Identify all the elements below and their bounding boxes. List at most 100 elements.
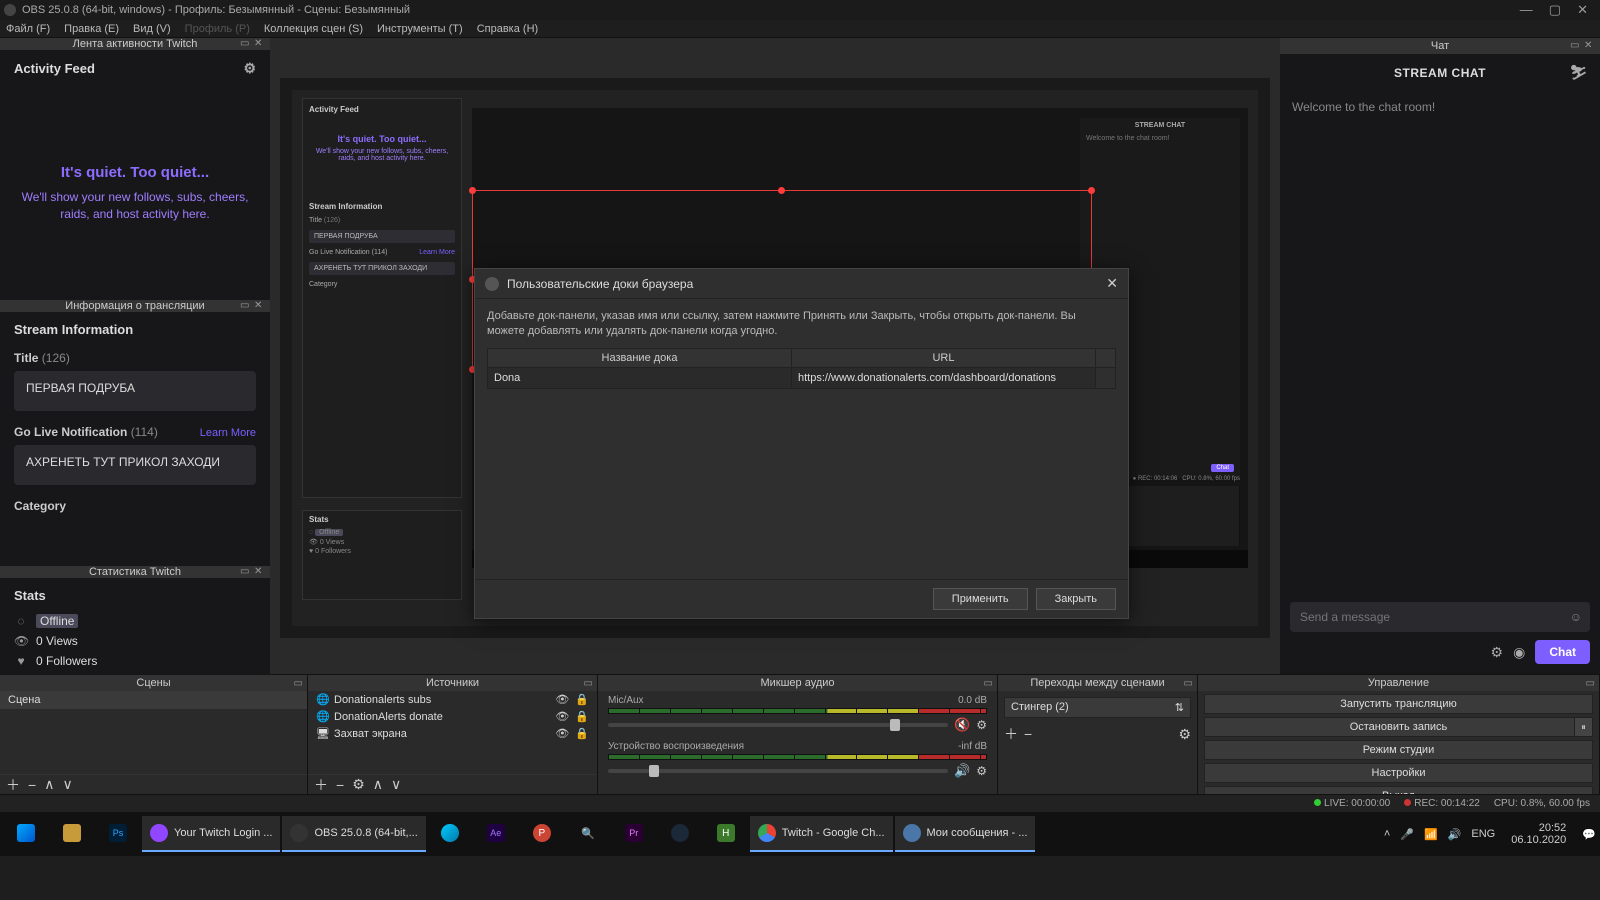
- apply-button[interactable]: Применить: [933, 588, 1028, 610]
- tray-notifications-icon[interactable]: 💬: [1582, 828, 1596, 841]
- visibility-icon[interactable]: 👁: [555, 727, 569, 740]
- taskbar-chrome-twitch[interactable]: Twitch - Google Ch...: [750, 816, 893, 852]
- source-item[interactable]: 🖥Захват экрана👁🔒: [308, 725, 597, 742]
- taskbar-explorer[interactable]: [50, 816, 94, 852]
- lock-icon[interactable]: 🔒: [575, 693, 589, 706]
- dock-popout-icon[interactable]: ▭: [584, 678, 593, 689]
- speaker-icon[interactable]: 🔊: [954, 763, 970, 779]
- tray-chevron-icon[interactable]: ˄: [1384, 828, 1390, 840]
- tray-clock[interactable]: 20:52 06.10.2020: [1505, 822, 1572, 846]
- dock-close-icon[interactable]: ✕: [1584, 40, 1596, 52]
- chat-input[interactable]: [1290, 602, 1590, 632]
- source-down-button[interactable]: ∨: [391, 776, 401, 793]
- taskbar-vk[interactable]: Мои сообщения - ...: [895, 816, 1036, 852]
- dock-header-mixer[interactable]: Микшер аудио▭: [598, 675, 997, 691]
- source-item[interactable]: 🌐DonationAlerts donate👁🔒: [308, 708, 597, 725]
- chat-settings-icon[interactable]: ⚙: [1491, 644, 1504, 661]
- menu-scene-collection[interactable]: Коллекция сцен (S): [264, 23, 363, 35]
- start-stream-button[interactable]: Запустить трансляцию: [1204, 694, 1593, 714]
- taskbar-h[interactable]: H: [704, 816, 748, 852]
- dock-close-icon[interactable]: ✕: [254, 38, 266, 50]
- mute-icon[interactable]: 🔇: [954, 717, 970, 733]
- window-maximize-icon[interactable]: ▢: [1549, 2, 1561, 18]
- title-field[interactable]: ПЕРВАЯ ПОДРУБА: [14, 371, 256, 411]
- taskbar-magnifier[interactable]: 🔍: [566, 816, 610, 852]
- dock-close-icon[interactable]: ✕: [254, 566, 266, 578]
- sources-list[interactable]: 🌐Donationalerts subs👁🔒 🌐DonationAlerts d…: [308, 691, 597, 774]
- dock-popout-icon[interactable]: ▭: [294, 678, 303, 689]
- scene-up-button[interactable]: ∧: [44, 776, 54, 793]
- dock-popout-icon[interactable]: ▭: [240, 300, 252, 312]
- gear-icon[interactable]: ⚙: [976, 718, 987, 732]
- dock-header-streaminfo[interactable]: Информация о трансляции ▭✕: [0, 300, 270, 312]
- menu-edit[interactable]: Правка (E): [64, 23, 119, 35]
- gear-icon[interactable]: ⚙: [243, 60, 256, 77]
- transition-select[interactable]: Стингер (2)⇅: [1004, 697, 1191, 718]
- dock-header-controls[interactable]: Управление▭: [1198, 675, 1599, 691]
- tray-lang[interactable]: ENG: [1471, 828, 1495, 840]
- menu-file[interactable]: Файл (F): [6, 23, 50, 35]
- taskbar-obs[interactable]: OBS 25.0.8 (64-bit,...: [282, 816, 425, 852]
- menu-view[interactable]: Вид (V): [133, 23, 171, 35]
- window-close-icon[interactable]: ✕: [1577, 2, 1588, 18]
- settings-button[interactable]: Настройки: [1204, 763, 1593, 783]
- mixer-volume-slider[interactable]: [608, 769, 948, 773]
- users-icon[interactable]: ⛷: [1570, 64, 1588, 81]
- dock-header-transitions[interactable]: Переходы между сценами▭: [998, 675, 1197, 691]
- lock-icon[interactable]: 🔒: [575, 710, 589, 723]
- dock-header-twitchstats[interactable]: Статистика Twitch ▭✕: [0, 566, 270, 578]
- tray-volume-icon[interactable]: 🔊: [1448, 828, 1462, 841]
- chat-identity-icon[interactable]: ◉: [1513, 644, 1525, 661]
- menu-profile[interactable]: Профиль (P): [185, 23, 250, 35]
- source-item[interactable]: 🌐Donationalerts subs👁🔒: [308, 691, 597, 708]
- source-up-button[interactable]: ∧: [373, 776, 383, 793]
- window-minimize-icon[interactable]: —: [1520, 2, 1533, 18]
- dock-header-chat[interactable]: Чат ▭✕: [1280, 38, 1600, 54]
- tray-wifi-icon[interactable]: 📶: [1424, 828, 1438, 841]
- gear-icon[interactable]: ⚙: [976, 764, 987, 778]
- pause-record-button[interactable]: ⏸: [1574, 718, 1592, 736]
- dock-close-icon[interactable]: ✕: [254, 300, 266, 312]
- dock-header-sources[interactable]: Источники▭: [308, 675, 597, 691]
- exit-button[interactable]: Выход: [1204, 786, 1593, 794]
- scenes-list[interactable]: Сцена: [0, 691, 307, 774]
- scene-item[interactable]: Сцена: [0, 691, 307, 709]
- remove-scene-button[interactable]: −: [28, 777, 36, 793]
- close-button[interactable]: Закрыть: [1036, 588, 1116, 610]
- dock-header-scenes[interactable]: Сцены▭: [0, 675, 307, 691]
- transition-properties-button[interactable]: ⚙: [1178, 726, 1191, 743]
- dialog-close-button[interactable]: ✕: [1106, 275, 1118, 292]
- taskbar-premiere[interactable]: Pr: [612, 816, 656, 852]
- scene-down-button[interactable]: ∨: [62, 776, 72, 793]
- taskbar-edge[interactable]: [428, 816, 472, 852]
- dock-popout-icon[interactable]: ▭: [240, 38, 252, 50]
- taskbar-punto[interactable]: P: [520, 816, 564, 852]
- add-transition-button[interactable]: ＋: [1004, 724, 1018, 744]
- add-scene-button[interactable]: ＋: [6, 775, 20, 795]
- menu-help[interactable]: Справка (H): [477, 23, 538, 35]
- menu-tools[interactable]: Инструменты (T): [377, 23, 463, 35]
- dock-popout-icon[interactable]: ▭: [1184, 678, 1193, 689]
- delete-row-button[interactable]: [1096, 367, 1116, 388]
- dock-popout-icon[interactable]: ▭: [1586, 678, 1595, 689]
- add-source-button[interactable]: ＋: [314, 775, 328, 795]
- dock-popout-icon[interactable]: ▭: [984, 678, 993, 689]
- emoji-icon[interactable]: ☺: [1570, 610, 1582, 624]
- chat-send-button[interactable]: Chat: [1535, 640, 1590, 664]
- dock-url-input[interactable]: [792, 368, 1095, 388]
- dock-name-input[interactable]: [488, 368, 791, 388]
- studio-mode-button[interactable]: Режим студии: [1204, 740, 1593, 760]
- taskbar-photoshop[interactable]: Ps: [96, 816, 140, 852]
- visibility-icon[interactable]: 👁: [555, 710, 569, 723]
- lock-icon[interactable]: 🔒: [575, 727, 589, 740]
- source-properties-button[interactable]: ⚙: [352, 776, 365, 793]
- tray-mic-icon[interactable]: 🎤: [1400, 828, 1414, 841]
- golive-field[interactable]: АХРЕНЕТЬ ТУТ ПРИКОЛ ЗАХОДИ: [14, 445, 256, 485]
- mixer-volume-slider[interactable]: [608, 723, 948, 727]
- remove-source-button[interactable]: −: [336, 777, 344, 793]
- start-button[interactable]: [4, 816, 48, 852]
- dock-popout-icon[interactable]: ▭: [1570, 40, 1582, 52]
- visibility-icon[interactable]: 👁: [555, 693, 569, 706]
- taskbar-steam[interactable]: [658, 816, 702, 852]
- remove-transition-button[interactable]: −: [1024, 726, 1032, 742]
